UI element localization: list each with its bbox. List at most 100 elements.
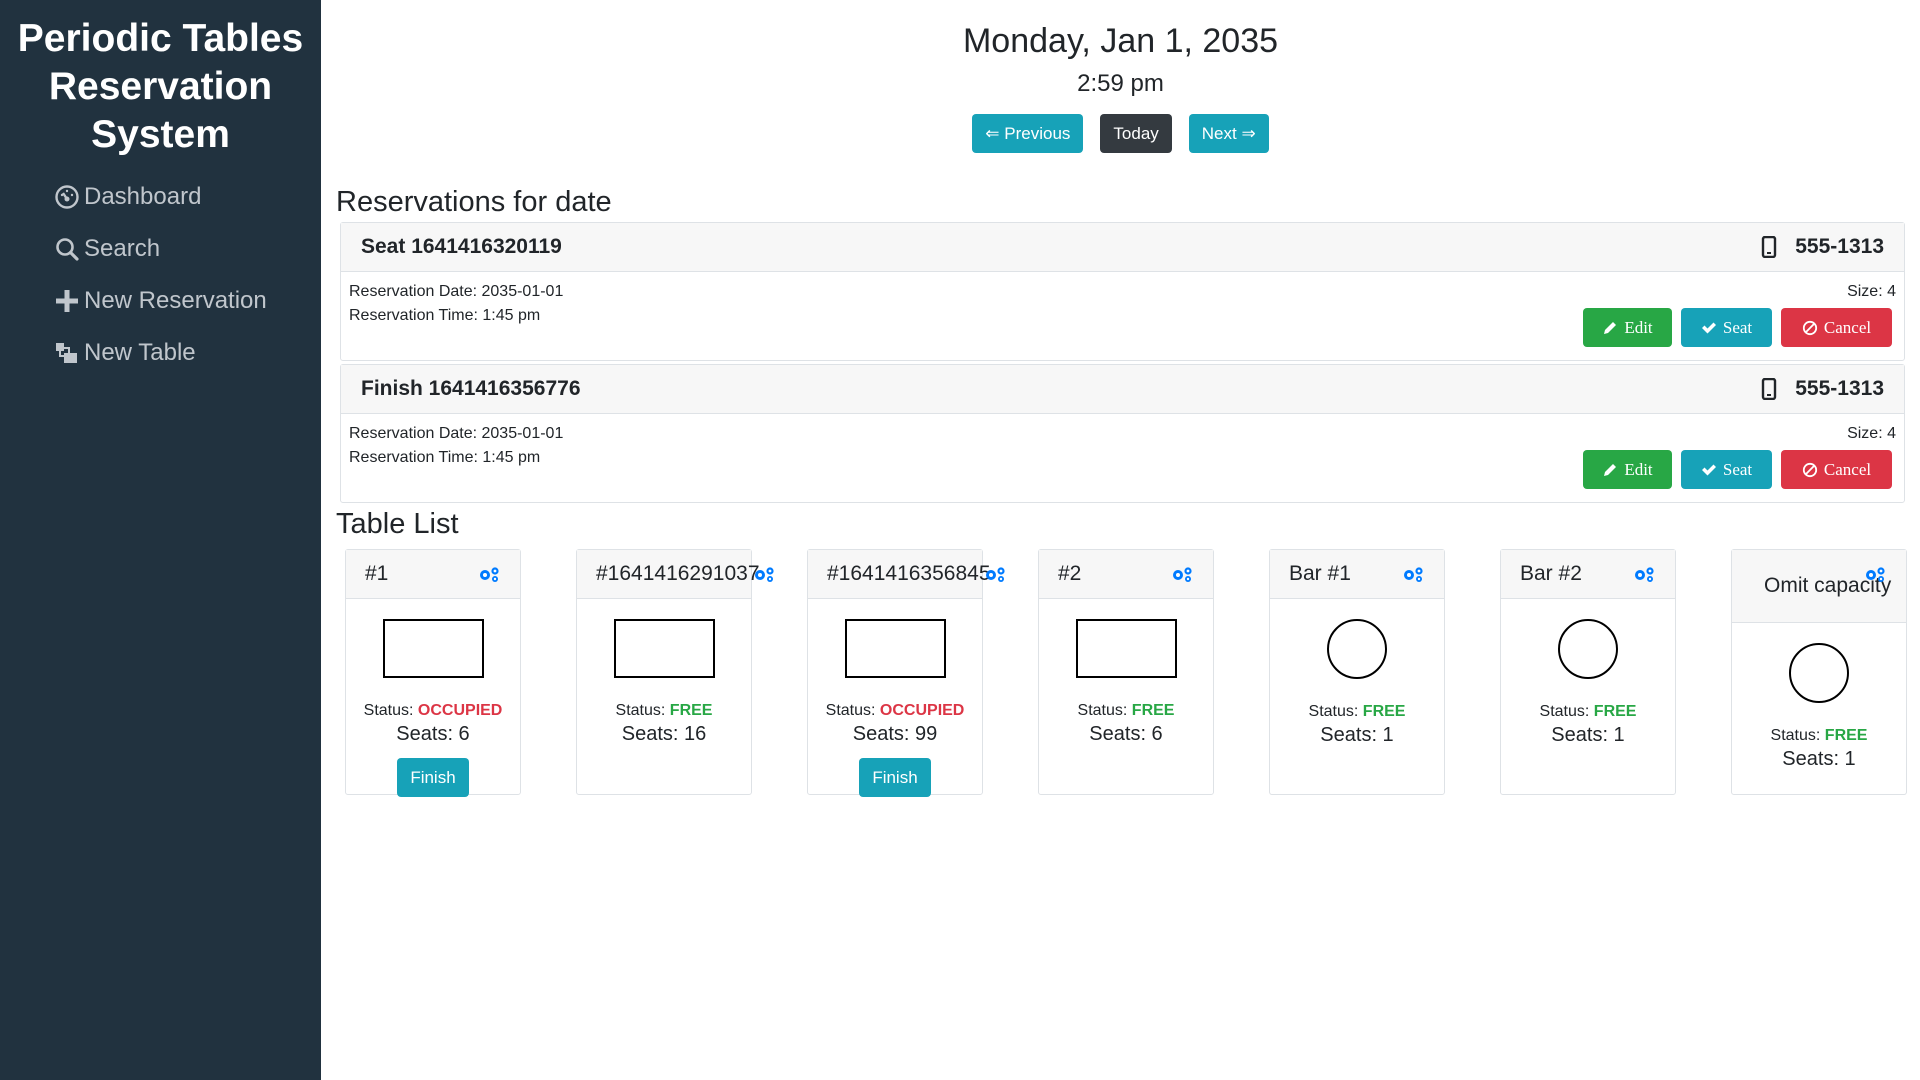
table-name: Bar #2 [1520,562,1582,585]
table-status: Status: FREE [577,702,751,720]
sidebar-nav: Dashboard Search New Reservation New Tab… [0,171,321,379]
ban-icon [1802,462,1817,477]
reservation-body: Reservation Date: 2035-01-01 Reservation… [341,272,1904,360]
today-button[interactable]: Today [1100,114,1172,153]
cancel-button[interactable]: Cancel [1781,450,1892,489]
reservation-card: Finish 1641416356776 555-1313 Reservatio… [340,364,1905,503]
pencil-icon [1604,463,1617,476]
table-status: Status: FREE [1501,703,1675,721]
sidebar-item-new-table[interactable]: New Table [0,327,321,379]
status-label: Status: [615,702,666,719]
table-shape-rect [382,619,484,678]
finish-button[interactable]: Finish [397,758,469,797]
table-list-title: Table List [336,508,459,540]
edit-label: Edit [1624,317,1653,337]
main-content: Monday, Jan 1, 2035 2:59 pm ⇐ Previous T… [321,0,1920,1080]
edit-button[interactable]: Edit [1583,308,1672,347]
app-brand-title: Periodic Tables Reservation System [17,17,304,156]
sidebar-item-search[interactable]: Search [0,223,321,275]
table-card-header: #1 [346,550,520,599]
reservation-name: Finish 1641416356776 [361,377,581,400]
table-name: Omit capacity [1764,574,1892,597]
seat-button[interactable]: Seat [1681,308,1772,347]
cancel-button[interactable]: Cancel [1781,308,1892,347]
reservation-time: Reservation Time: 1:45 pm [349,449,541,466]
table-card: Bar #1 Status: FREE Seats: 1 [1269,549,1445,795]
table-seats: Seats: 99 [852,723,938,745]
table-shape-circle [1327,619,1387,679]
phone-number: 555-1313 [1795,377,1884,400]
table-seats: Seats: 1 [1782,748,1856,770]
checkmark-icon [1701,464,1716,475]
gears-settings-icon[interactable] [478,565,500,583]
table-status: Status: FREE [1732,727,1906,745]
status-value: FREE [1824,727,1868,744]
reservation-date: Reservation Date: 2035-01-01 [349,425,564,442]
reservation-size: Size: 4 [1847,425,1896,442]
table-name: #1 [365,562,389,585]
reservation-phone: 555-1313 [1761,377,1884,401]
plus-icon [56,290,78,312]
mobile-phone-icon [1762,378,1777,400]
table-seats: Seats: 16 [621,723,707,745]
gears-settings-icon[interactable] [753,565,775,583]
table-card: Bar #2 Status: FREE Seats: 1 [1500,549,1676,795]
seat-button[interactable]: Seat [1681,450,1772,489]
sidebar-item-new-reservation[interactable]: New Reservation [0,275,321,327]
status-label: Status: [1770,727,1821,744]
table-seats: Seats: 6 [396,723,470,745]
sidebar-item-label: Dashboard [84,183,202,210]
table-status: Status: FREE [1039,702,1213,720]
status-value: FREE [1362,703,1406,720]
status-value: FREE [1593,703,1637,720]
reservation-phone: 555-1313 [1761,235,1884,259]
reservation-size: Size: 4 [1847,283,1896,300]
reservation-header: Seat 1641416320119 555-1313 [341,223,1904,272]
reservation-actions: Edit Seat Cancel [1583,308,1892,347]
seat-label: Seat [1722,317,1753,337]
sidebar-item-label: New Table [84,339,196,366]
sidebar-item-label: New Reservation [84,287,267,314]
table-status: Status: OCCUPIED [346,702,520,720]
edit-label: Edit [1624,459,1653,479]
layers-icon [56,343,77,363]
finish-button[interactable]: Finish [859,758,931,797]
reservation-card: Seat 1641416320119 555-1313 Reservation … [340,222,1905,361]
pencil-icon [1604,321,1617,334]
table-name: Bar #1 [1289,562,1351,585]
table-name: #2 [1058,562,1082,585]
dashboard-date: Monday, Jan 1, 2035 [962,22,1279,60]
sidebar-item-label: Search [84,235,161,262]
table-name: #1641416291037 [596,562,760,585]
cancel-label: Cancel [1823,459,1872,479]
status-value: FREE [1131,702,1175,719]
dashboard-gauge-icon [55,185,79,209]
table-shape-circle [1789,643,1849,703]
gears-settings-icon[interactable] [1633,565,1655,583]
table-card-header: Bar #1 [1270,550,1444,599]
table-seats: Seats: 6 [1089,723,1163,745]
reservation-actions: Edit Seat Cancel [1583,450,1892,489]
table-card: #1641416291037 Status: FREE Seats: 16 [576,549,774,795]
sidebar-item-dashboard[interactable]: Dashboard [0,171,321,223]
gears-settings-icon[interactable] [984,565,1006,583]
status-label: Status: [1308,703,1359,720]
table-card-header: #2 [1039,550,1213,599]
gears-settings-icon[interactable] [1864,565,1886,583]
status-value: FREE [669,702,713,719]
ban-icon [1802,320,1817,335]
table-card: #1 Status: OCCUPIED Seats: 6 Finish [345,549,521,797]
mobile-phone-icon [1762,236,1777,258]
next-day-button[interactable]: Next ⇒ [1188,114,1269,153]
checkmark-icon [1701,322,1716,333]
table-card: #1641416356845 Status: OCCUPIED Seats: 9… [807,549,1005,797]
edit-button[interactable]: Edit [1583,450,1672,489]
previous-day-button[interactable]: ⇐ Previous [972,114,1084,153]
status-value: OCCUPIED [417,702,503,719]
status-value: OCCUPIED [879,702,965,719]
table-card: #2 Status: FREE Seats: 6 [1038,549,1214,795]
status-label: Status: [363,702,414,719]
gears-settings-icon[interactable] [1402,565,1424,583]
gears-settings-icon[interactable] [1171,565,1193,583]
status-label: Status: [1077,702,1128,719]
